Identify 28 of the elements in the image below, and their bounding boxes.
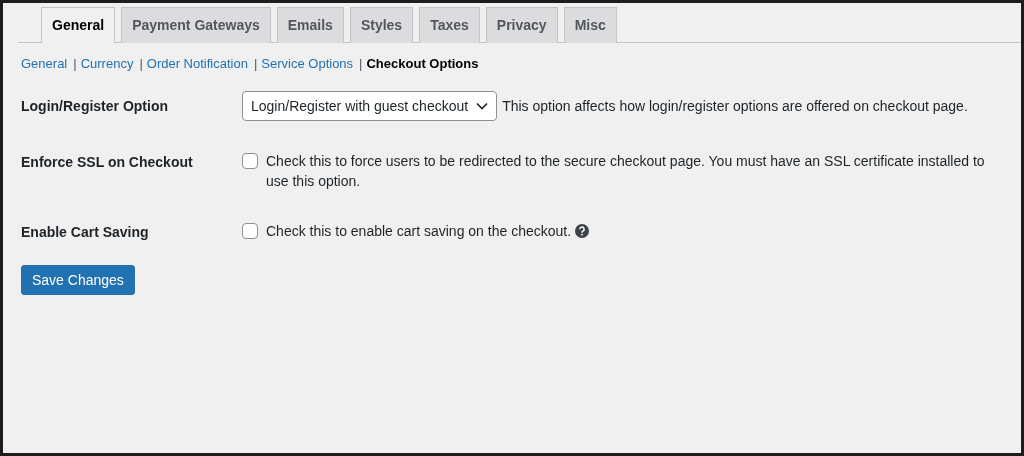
separator: | — [139, 56, 143, 71]
setting-description: Check this to force users to be redirected to the secure checkout page. You must have an SSL certificate installed to use this option. — [266, 152, 986, 191]
separator: | — [73, 56, 77, 71]
subnav-link[interactable]: Checkout Options — [366, 56, 479, 71]
settings-tab[interactable]: General — [41, 7, 116, 43]
setting-description: This option affects how login/register options are offered on checkout page. — [502, 98, 968, 114]
setting-label: Enable Cart Saving — [21, 223, 150, 241]
save-button[interactable]: Save Changes — [21, 265, 135, 295]
subnav-link[interactable]: Currency — [80, 56, 134, 71]
separator: | — [253, 56, 258, 71]
settings-tab[interactable]: Emails — [276, 7, 344, 43]
checkbox[interactable] — [242, 153, 258, 169]
settings-tab[interactable]: Misc — [563, 7, 617, 43]
setting-description: Check this to enable cart saving on the checkout. — [266, 222, 572, 241]
settings-tab[interactable]: Payment Gateways — [121, 7, 271, 43]
subnav-link[interactable]: General — [21, 56, 68, 71]
subnav-link[interactable]: Order Notification — [146, 56, 248, 71]
settings-tab[interactable]: Taxes — [419, 7, 480, 43]
setting-label: Login/Register Option — [21, 97, 169, 116]
settings-tab[interactable]: Styles — [349, 7, 414, 43]
help-icon[interactable] — [575, 224, 590, 238]
settings-tab[interactable]: Privacy — [485, 7, 558, 43]
separator: | — [359, 56, 363, 71]
checkbox[interactable] — [242, 223, 258, 239]
dropdown[interactable]: Login/Register with guest checkout — [242, 91, 498, 121]
chevron-down-icon — [476, 102, 489, 110]
subnav-link[interactable]: Service Options — [261, 56, 354, 71]
setting-label: Enforce SSL on Checkout — [21, 153, 194, 172]
